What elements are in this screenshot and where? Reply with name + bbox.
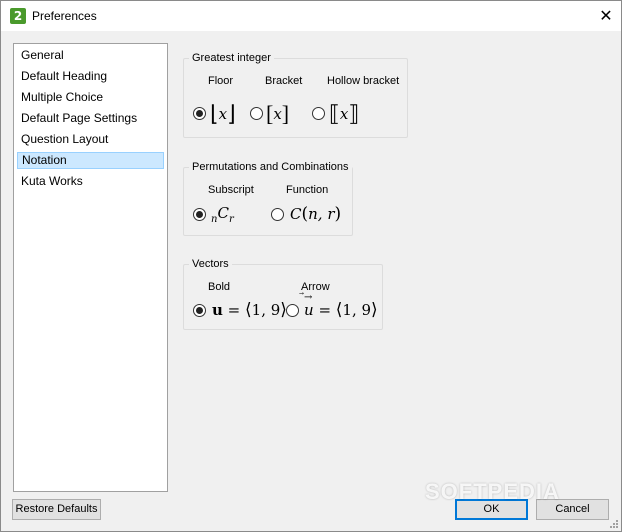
sidebar-item-question-layout[interactable]: Question Layout (17, 131, 164, 148)
sidebar-item-default-heading[interactable]: Default Heading (17, 68, 164, 85)
function-radio[interactable] (271, 208, 284, 221)
subscript-label: Subscript (208, 184, 254, 196)
arrow-vector-radio[interactable] (286, 304, 299, 317)
function-label: Function (286, 184, 329, 196)
sidebar-item-general[interactable]: General (17, 47, 164, 64)
title-bar: 2 Preferences ✕ (1, 1, 621, 31)
preferences-window: 2 Preferences ✕ General Default Heading … (0, 0, 622, 532)
permutations-group: Permutations and Combinations (183, 161, 353, 236)
bold-label: Bold (208, 281, 231, 293)
sidebar-item-notation[interactable]: Notation (17, 152, 164, 169)
vectors-legend: Vectors (192, 258, 229, 270)
permutations-legend: Permutations and Combinations (192, 161, 349, 173)
arrow-vector-notation: ⃗→ u = ⟨1, 9⟩ (304, 292, 378, 320)
restore-defaults-button[interactable]: Restore Defaults (12, 499, 101, 520)
bracket-radio[interactable] (250, 107, 263, 120)
window-title: Preferences (32, 9, 97, 23)
sidebar-item-default-page-settings[interactable]: Default Page Settings (17, 110, 164, 127)
softpedia-watermark: SOFTPEDIA (425, 479, 560, 504)
sidebar-item-kuta-works[interactable]: Kuta Works (17, 173, 164, 190)
close-icon: ✕ (599, 6, 613, 25)
app-icon: 2 (10, 8, 26, 24)
bracket-notation: [x] (266, 101, 290, 126)
hollow-bracket-notation: ⟦x⟧ (329, 101, 360, 126)
close-button[interactable]: ✕ (591, 1, 621, 31)
subscript-notation: nCr (211, 204, 234, 225)
hollow-bracket-radio[interactable] (312, 107, 325, 120)
floor-radio[interactable] (193, 107, 206, 120)
sidebar-item-multiple-choice[interactable]: Multiple Choice (17, 89, 164, 106)
greatest-integer-legend: Greatest integer (192, 52, 271, 64)
bold-vector-notation: u = ⟨1, 9⟩ (212, 300, 287, 320)
preferences-category-list[interactable]: General Default Heading Multiple Choice … (13, 43, 168, 492)
bracket-label: Bracket (265, 75, 303, 87)
hollow-bracket-label: Hollow bracket (327, 75, 400, 87)
function-notation: C(n, r) (290, 204, 342, 224)
bold-vector-radio[interactable] (193, 304, 206, 317)
resize-grip-icon[interactable] (608, 518, 618, 528)
floor-label: Floor (208, 75, 234, 87)
floor-notation: ⌊x⌋ (210, 101, 236, 126)
subscript-radio[interactable] (193, 208, 206, 221)
